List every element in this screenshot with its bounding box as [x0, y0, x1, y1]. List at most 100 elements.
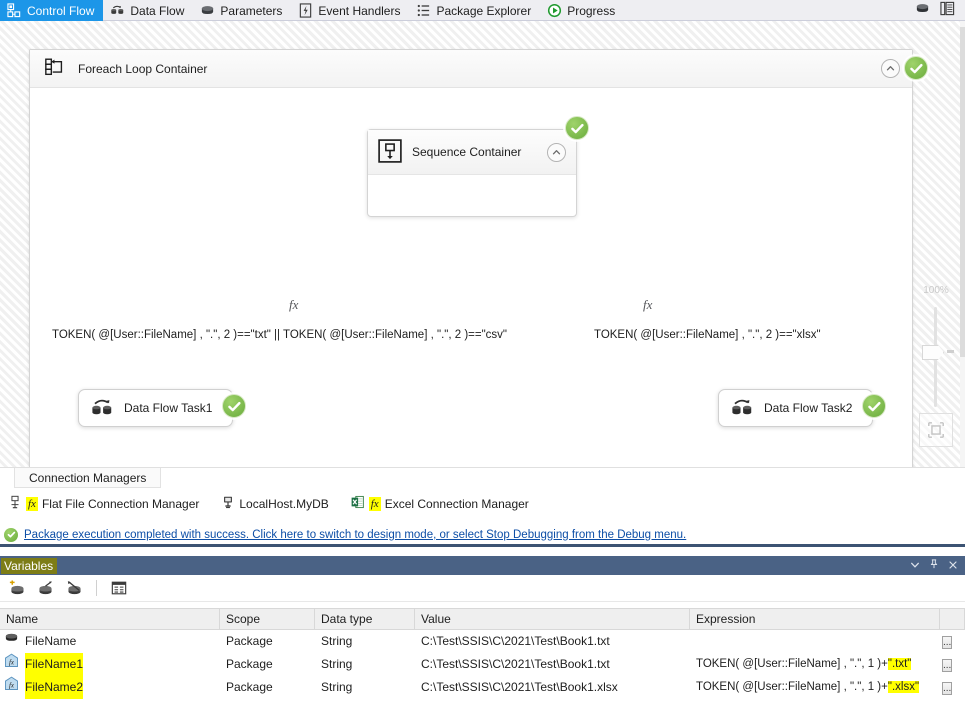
connection-manager-flat-file[interactable]: fx Flat File Connection Manager	[8, 495, 199, 512]
flat-file-icon	[8, 495, 22, 512]
canvas-vertical-scrollbar[interactable]	[960, 21, 965, 467]
task-data-flow-task1[interactable]: Data Flow Task1	[78, 389, 233, 427]
expression-badge: fx	[368, 496, 381, 511]
table-row[interactable]: fx FileName1 Package String C:\Test\SSIS…	[0, 653, 965, 676]
variable-expression[interactable]	[690, 630, 940, 653]
task-label: Data Flow Task1	[124, 401, 213, 415]
variables-toolbar	[0, 575, 965, 602]
connection-manager-localhost-mydb[interactable]: LocalHost.MyDB	[221, 495, 329, 512]
tab-label: Progress	[567, 3, 616, 18]
foreach-collapse-chevron-up-icon[interactable]	[881, 59, 900, 78]
variable-expression[interactable]: TOKEN( @[User::FileName] , ".", 1 )+".xl…	[690, 676, 940, 699]
tab-label: Data Flow	[130, 3, 185, 18]
excel-icon	[351, 495, 365, 512]
svg-text:fx: fx	[9, 658, 15, 666]
column-header-expression[interactable]: Expression	[690, 608, 940, 630]
canvas-scrollbar-thumb[interactable]	[960, 27, 965, 357]
variables-panel-header-icons	[910, 558, 965, 573]
foreach-status-badge	[904, 56, 928, 80]
variable-scope: Package	[226, 680, 273, 694]
variable-data-type: String	[321, 657, 353, 671]
control-flow-icon	[7, 3, 22, 18]
variable-name-cell[interactable]: FileName	[0, 630, 220, 653]
success-icon	[4, 527, 18, 542]
variable-name: FileName	[25, 634, 77, 648]
connection-manager-excel[interactable]: fx Excel Connection Manager	[351, 495, 529, 512]
variable-name-cell[interactable]: fx FileName2	[0, 676, 220, 699]
tab-package-explorer[interactable]: Package Explorer	[409, 0, 540, 21]
column-header-name[interactable]: Name	[0, 608, 220, 630]
sequence-container[interactable]: Sequence Container	[367, 129, 577, 217]
oledb-icon	[221, 495, 235, 512]
move-variable-icon[interactable]	[64, 578, 84, 598]
designer-tab-strip: Control Flow Data Flow Parameters Event …	[0, 0, 965, 21]
expression-builder-button[interactable]: ...	[942, 659, 953, 672]
connection-manager-label: LocalHost.MyDB	[239, 496, 329, 511]
connection-managers-tab[interactable]: Connection Managers	[14, 468, 162, 488]
tab-progress[interactable]: Progress	[540, 0, 624, 21]
tab-data-flow[interactable]: Data Flow	[103, 0, 193, 21]
svg-text:fx: fx	[9, 681, 15, 689]
variables-panel-title: Variables	[1, 557, 58, 574]
task-data-flow-task2[interactable]: Data Flow Task2	[718, 389, 882, 427]
tab-event-handlers[interactable]: Event Handlers	[291, 0, 409, 21]
column-header-value[interactable]: Value	[415, 608, 690, 630]
variables-table-header: Name Scope Data type Value Expression	[0, 608, 965, 630]
execution-status-message[interactable]: Package execution completed with success…	[24, 529, 686, 541]
properties-icon[interactable]	[940, 1, 955, 19]
variable-expression-icon: fx	[4, 653, 19, 676]
execution-status-bar[interactable]: Package execution completed with success…	[0, 525, 965, 547]
variable-name-cell[interactable]: fx FileName1	[0, 653, 220, 676]
column-header-data-type[interactable]: Data type	[315, 608, 415, 630]
tab-control-flow[interactable]: Control Flow	[0, 0, 104, 21]
canvas-surface[interactable]: Foreach Loop Container Sequence Containe…	[0, 21, 965, 467]
expression-builder-button[interactable]: ...	[942, 636, 953, 649]
column-header-scope[interactable]: Scope	[220, 608, 315, 630]
data-flow-task2-status-badge	[862, 394, 886, 418]
expression-highlight: ".txt"	[887, 658, 912, 670]
variable-value[interactable]: C:\Test\SSIS\C\2021\Test\Book1.xlsx	[415, 676, 690, 699]
variable-value[interactable]: C:\Test\SSIS\C\2021\Test\Book1.txt	[415, 630, 690, 653]
toolbar-separator	[96, 580, 97, 596]
chevron-down-icon[interactable]	[910, 559, 920, 573]
grid-options-icon[interactable]	[109, 578, 129, 598]
variable-expression[interactable]: TOKEN( @[User::FileName] , ".", 1 )+".tx…	[690, 653, 940, 676]
tab-label: Control Flow	[27, 3, 95, 18]
variable-data-type: String	[321, 680, 353, 694]
precedence-fx-marker-left[interactable]: fx	[289, 297, 298, 313]
expression-badge: fx	[26, 496, 38, 511]
variables-table: Name Scope Data type Value Expression Fi…	[0, 608, 965, 699]
tab-parameters[interactable]: Parameters	[193, 0, 291, 21]
sequence-collapse-chevron-up-icon[interactable]	[547, 143, 566, 162]
fit-to-window-icon	[928, 422, 944, 438]
add-variable-icon[interactable]	[6, 578, 26, 598]
variables-panel-header: Variables	[0, 556, 965, 575]
table-row[interactable]: fx FileName2 Package String C:\Test\SSIS…	[0, 676, 965, 699]
parameters-icon	[200, 3, 215, 18]
data-flow-task-icon	[90, 395, 114, 422]
delete-variable-icon[interactable]	[35, 578, 55, 598]
expression-builder-button[interactable]: ...	[942, 682, 953, 695]
table-row[interactable]: FileName Package String C:\Test\SSIS\C\2…	[0, 630, 965, 653]
titlebar-icon-group	[915, 0, 965, 20]
pin-icon[interactable]	[929, 558, 939, 573]
control-flow-canvas[interactable]: Foreach Loop Container Sequence Containe…	[0, 21, 965, 467]
sequence-container-icon	[378, 138, 402, 166]
progress-icon	[547, 3, 562, 18]
connection-manager-label: Excel Connection Manager	[384, 496, 529, 511]
variable-scope: Package	[226, 634, 273, 648]
expression-text: TOKEN( @[User::FileName] , ".", 1 )+	[696, 681, 888, 693]
connection-managers-tab-label: Connection Managers	[29, 470, 147, 485]
precedence-fx-marker-right[interactable]: fx	[643, 297, 652, 313]
canvas-zoom-control[interactable]: 100%	[915, 285, 957, 460]
zoom-fit-to-window-button[interactable]	[919, 413, 953, 447]
event-handlers-icon	[298, 3, 313, 18]
expression-builder-cell: ...	[940, 676, 965, 699]
variable-value[interactable]: C:\Test\SSIS\C\2021\Test\Book1.txt	[415, 653, 690, 676]
sequence-status-badge	[565, 116, 589, 140]
parameters-icon[interactable]	[915, 1, 930, 19]
zoom-slider-thumb[interactable]	[922, 345, 944, 360]
close-icon[interactable]	[948, 559, 958, 573]
zoom-level-label: 100%	[923, 285, 949, 296]
column-header-spacer	[940, 608, 965, 630]
